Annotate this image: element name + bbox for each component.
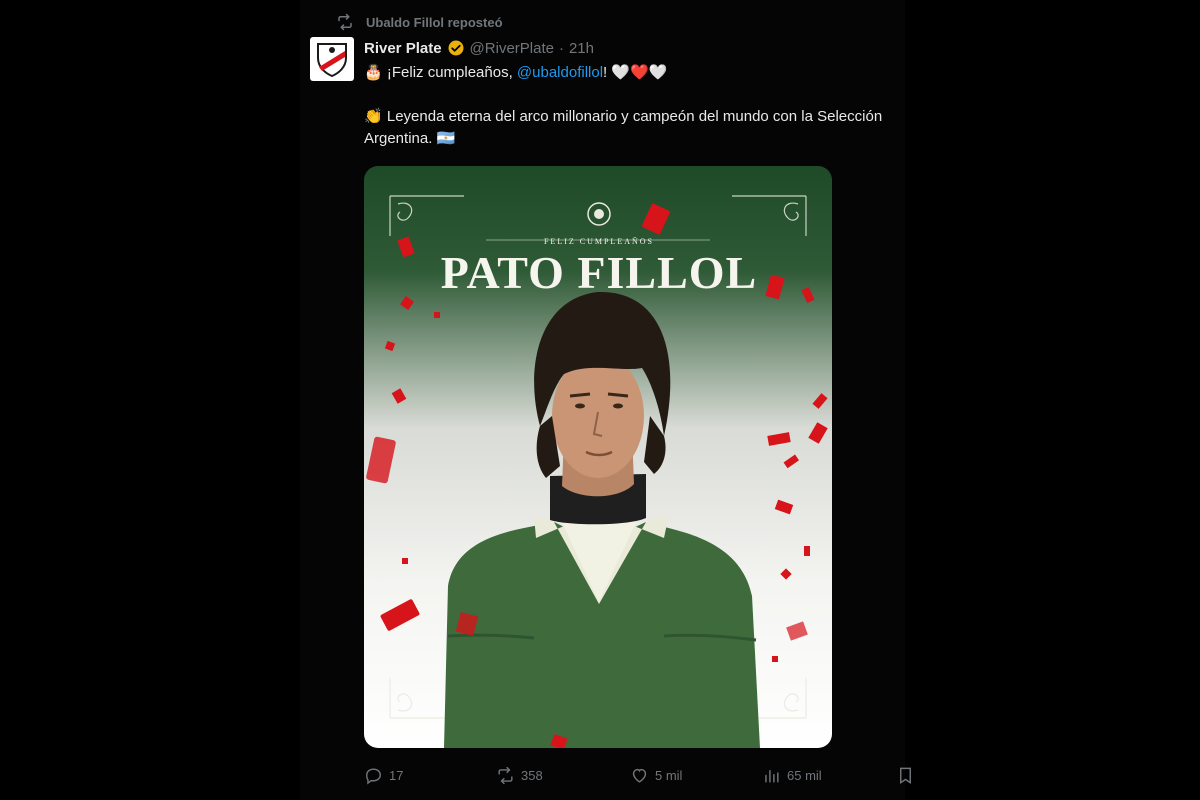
like-count: 5 mil [655, 767, 683, 783]
white-heart-emoji: 🤍 [611, 64, 631, 81]
mention-link[interactable]: @ubaldofillol [517, 64, 603, 81]
heart-icon [632, 768, 647, 783]
repost-text: Ubaldo Fillol reposteó [366, 14, 503, 30]
greeting-text: ¡Feliz cumpleaños, [386, 64, 517, 81]
repost-count: 358 [521, 767, 543, 783]
right-panel [905, 0, 1200, 800]
white-heart-emoji: 🤍 [648, 64, 668, 81]
exclaim-text: ! [603, 64, 608, 81]
argentina-flag-emoji: 🇦🇷 [436, 130, 456, 147]
poster-title: PATO FILLOL [441, 247, 757, 298]
clap-emoji: 👏 [364, 108, 383, 125]
verified-badge-icon[interactable] [447, 39, 465, 57]
bookmark-button[interactable] [896, 763, 915, 787]
reply-icon [366, 767, 381, 785]
views-button[interactable]: 65 mil [762, 763, 822, 787]
views-chart-icon [765, 769, 779, 783]
poster-emblem-icon [587, 202, 611, 226]
repost-button[interactable]: 358 [496, 763, 543, 787]
tweet-header: River Plate @RiverPlate · 21h [364, 38, 594, 58]
tweet-line-2: 👏 Leyenda eterna del arco millonario y c… [364, 106, 894, 150]
poster-subtitle: FELIZ CUMPLEAÑOS [544, 236, 654, 246]
avatar[interactable] [310, 37, 354, 81]
left-panel [0, 0, 300, 800]
tweet-text: 🎂 ¡Feliz cumpleaños, @ubaldofillol! 🤍❤️🤍… [364, 62, 894, 150]
tweet-actions: 17 358 5 mil 65 mil [364, 763, 911, 787]
player-figure [444, 291, 760, 748]
display-name[interactable]: River Plate [364, 40, 442, 57]
reply-count: 17 [389, 767, 404, 783]
birthday-poster: FELIZ CUMPLEAÑOS PATO FILLOL [366, 195, 828, 748]
cake-emoji: 🎂 [364, 64, 383, 81]
handle[interactable]: @RiverPlate [470, 40, 554, 57]
bookmark-icon [900, 767, 911, 784]
river-plate-crest-icon [317, 43, 347, 78]
tweet-line-1: 🎂 ¡Feliz cumpleaños, @ubaldofillol! 🤍❤️🤍 [364, 62, 894, 84]
repost-icon [338, 13, 352, 31]
timestamp[interactable]: 21h [569, 40, 594, 57]
separator-dot: · [558, 39, 564, 57]
like-button[interactable]: 5 mil [630, 763, 682, 787]
reply-button[interactable]: 17 [364, 763, 403, 787]
tweet-media[interactable]: FELIZ CUMPLEAÑOS PATO FILLOL [364, 166, 832, 748]
repost-indicator[interactable]: Ubaldo Fillol reposteó [336, 13, 503, 31]
repost-icon [498, 766, 513, 784]
views-count: 65 mil [787, 767, 822, 783]
red-heart-emoji: ❤️ [630, 64, 649, 81]
